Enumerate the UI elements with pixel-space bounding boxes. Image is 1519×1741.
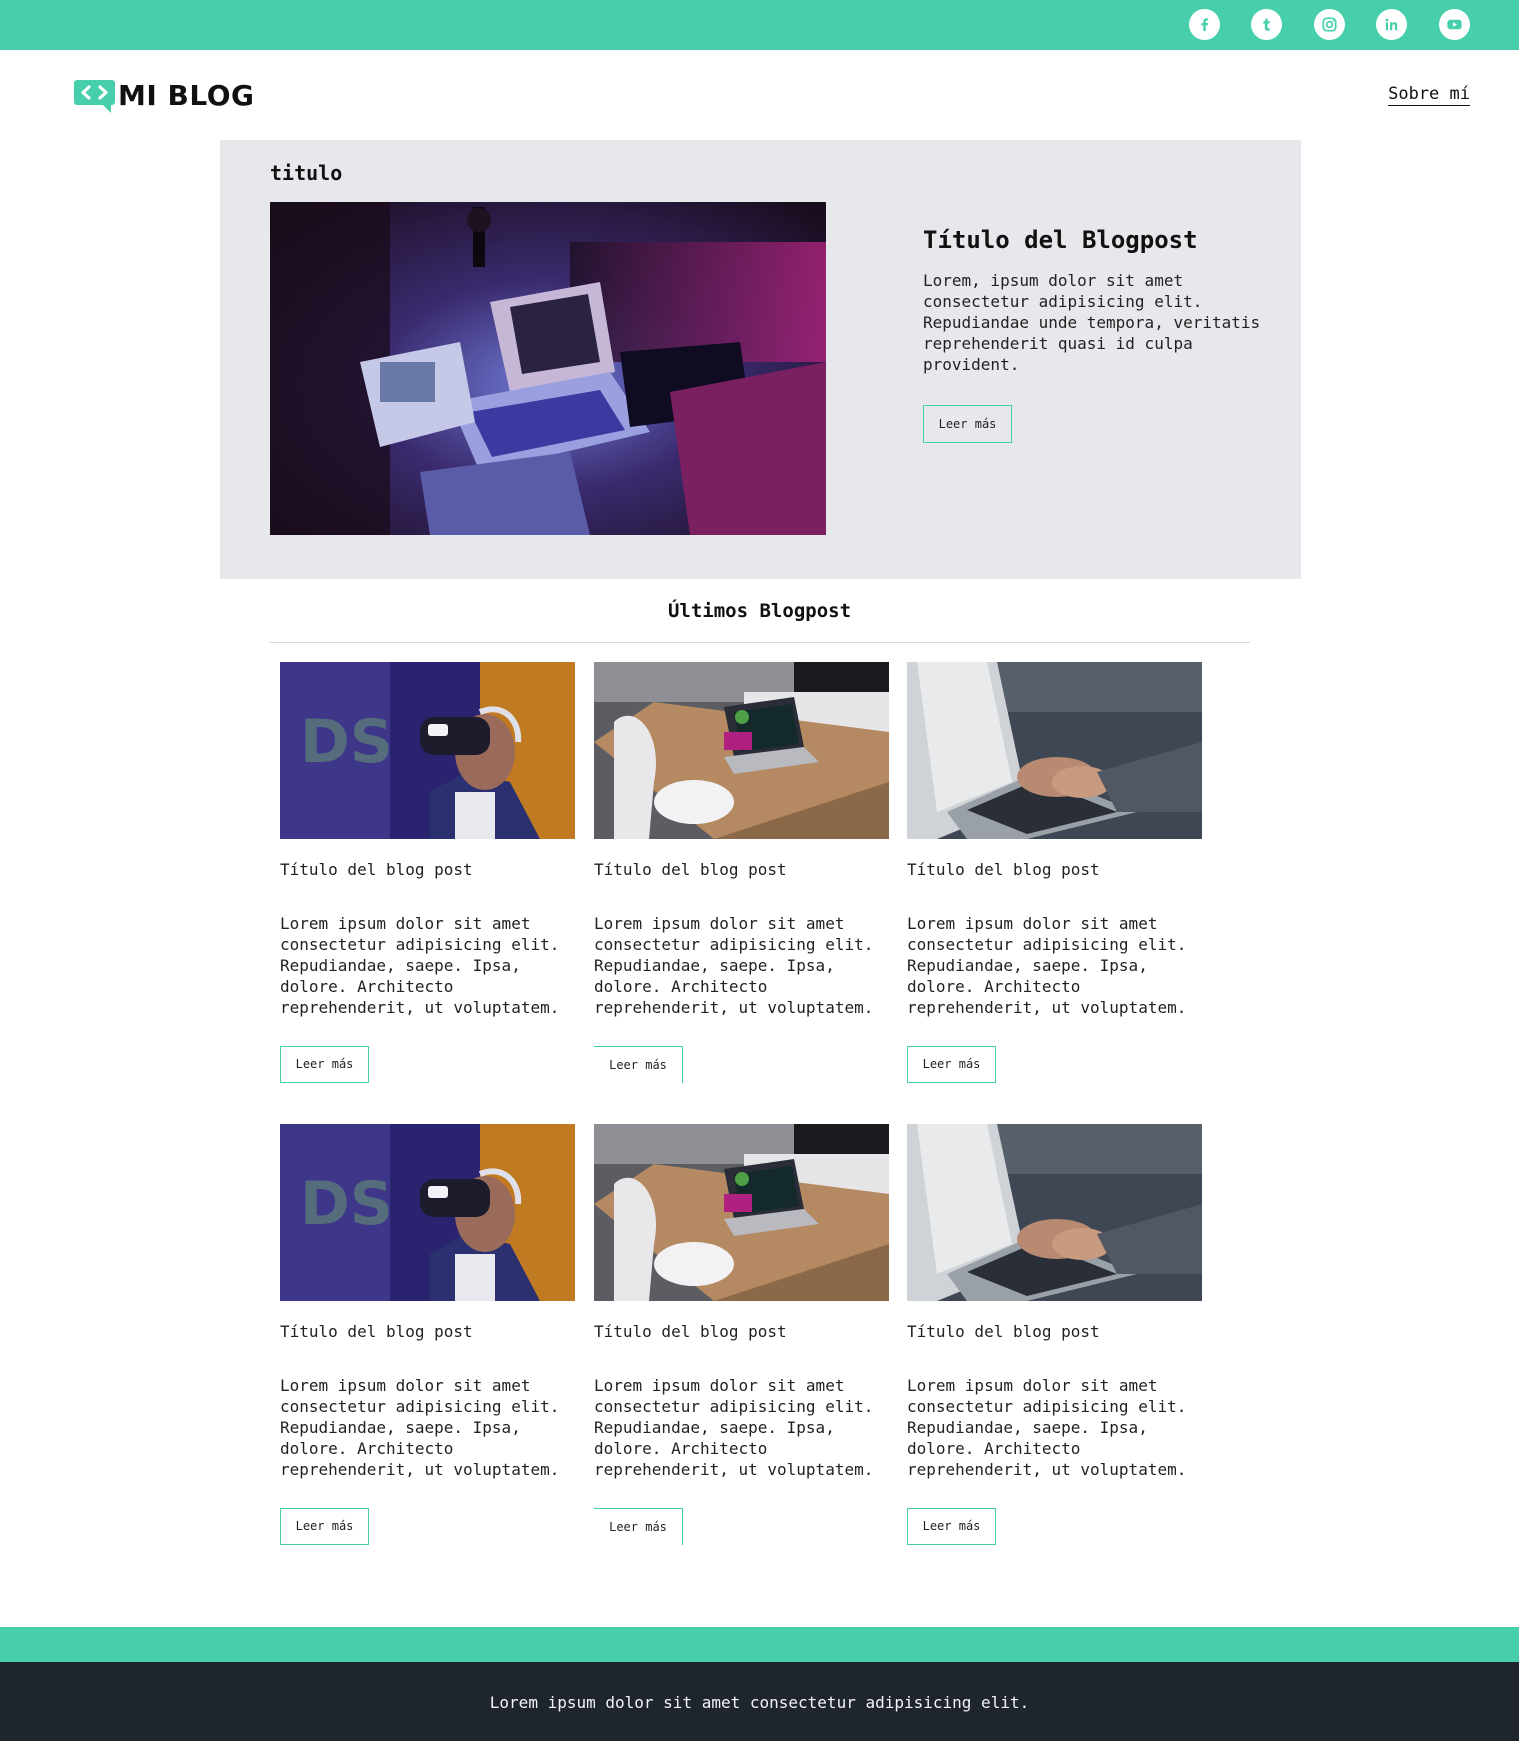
featured-text: Título del Blogpost Lorem, ipsum dolor s…	[923, 224, 1263, 375]
post-description: Lorem ipsum dolor sit amet consectetur a…	[907, 914, 1187, 1017]
logo-text: MI BLOG	[118, 79, 255, 112]
featured-label: titulo	[270, 161, 343, 185]
featured-post: titulo Título del Blogpost Lorem, ipsum …	[220, 140, 1301, 579]
svg-text:DS: DS	[300, 707, 393, 777]
facebook-icon[interactable]	[1189, 9, 1220, 40]
post-image-vr[interactable]: DS	[280, 662, 575, 839]
post-card: Título del blog post Lorem ipsum dolor s…	[907, 1124, 1202, 1545]
post-description: Lorem ipsum dolor sit amet consectetur a…	[594, 1376, 874, 1479]
linkedin-icon[interactable]	[1376, 9, 1407, 40]
footer-text: Lorem ipsum dolor sit amet consectetur a…	[489, 1693, 1030, 1712]
post-image-vr[interactable]: DS	[280, 1124, 575, 1301]
post-image-desk[interactable]	[594, 662, 889, 839]
post-description: Lorem ipsum dolor sit amet consectetur a…	[907, 1376, 1187, 1479]
code-bubble-icon	[74, 79, 115, 113]
featured-description: Lorem, ipsum dolor sit amet consectetur …	[923, 271, 1261, 374]
post-card: Título del blog post Lorem ipsum dolor s…	[594, 1124, 889, 1545]
post-card: Título del blog post Lorem ipsum dolor s…	[594, 662, 889, 1083]
post-card: DS Título del blog post Lorem ipsum dolo…	[280, 1124, 575, 1545]
social-bar	[0, 0, 1519, 50]
post-description: Lorem ipsum dolor sit amet consectetur a…	[280, 914, 560, 1017]
featured-title: Título del Blogpost	[923, 226, 1198, 254]
read-more-button[interactable]: Leer más	[907, 1046, 996, 1083]
post-card: DS Título del blog post Lorem ipsum dolo…	[280, 662, 575, 1083]
post-title: Título del blog post	[594, 1322, 787, 1341]
footer-accent-band	[0, 1627, 1519, 1662]
post-title: Título del blog post	[280, 1322, 473, 1341]
read-more-button[interactable]: Leer más	[907, 1508, 996, 1545]
youtube-icon[interactable]	[1439, 9, 1470, 40]
instagram-icon[interactable]	[1314, 9, 1345, 40]
about-link[interactable]: Sobre mí	[1388, 84, 1470, 106]
featured-image	[270, 202, 826, 535]
read-more-button[interactable]: Leer más	[280, 1046, 369, 1083]
post-image-typing[interactable]	[907, 1124, 1202, 1301]
latest-posts-title: Últimos Blogpost	[667, 600, 852, 622]
divider	[269, 642, 1250, 643]
read-more-button[interactable]: Leer más	[594, 1508, 683, 1545]
footer: Lorem ipsum dolor sit amet consectetur a…	[0, 1662, 1519, 1741]
post-image-typing[interactable]	[907, 662, 1202, 839]
featured-read-more-button[interactable]: Leer más	[923, 405, 1012, 443]
post-title: Título del blog post	[907, 1322, 1100, 1341]
post-description: Lorem ipsum dolor sit amet consectetur a…	[280, 1376, 560, 1479]
svg-text:DS: DS	[300, 1169, 393, 1239]
tumblr-icon[interactable]	[1251, 9, 1282, 40]
post-title: Título del blog post	[907, 860, 1100, 879]
post-title: Título del blog post	[594, 860, 787, 879]
read-more-button[interactable]: Leer más	[594, 1046, 683, 1083]
site-logo[interactable]: MI BLOG	[74, 79, 255, 113]
read-more-button[interactable]: Leer más	[280, 1508, 369, 1545]
post-image-desk[interactable]	[594, 1124, 889, 1301]
post-description: Lorem ipsum dolor sit amet consectetur a…	[594, 914, 874, 1017]
post-card: Título del blog post Lorem ipsum dolor s…	[907, 662, 1202, 1083]
post-title: Título del blog post	[280, 860, 473, 879]
